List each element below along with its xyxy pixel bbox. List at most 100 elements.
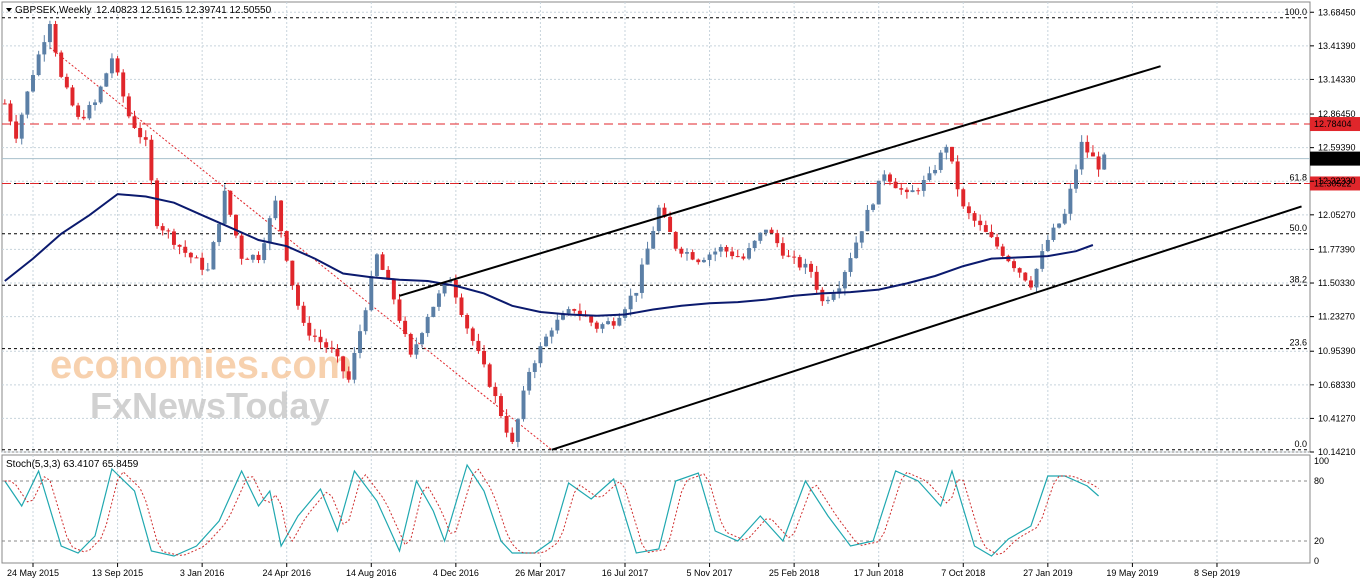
y-tick-label: 11.23270 xyxy=(1318,312,1355,322)
candle-body xyxy=(59,52,64,77)
candle-body xyxy=(521,390,526,420)
candle-body xyxy=(1096,156,1101,170)
candle-body xyxy=(1102,154,1107,170)
candle-body xyxy=(200,257,205,270)
x-tick-label: 3 Jan 2016 xyxy=(180,568,225,578)
y-tick-label: 10.68330 xyxy=(1318,380,1356,390)
candle-body xyxy=(36,54,41,76)
candle-body xyxy=(673,231,678,249)
candle-body xyxy=(577,310,582,315)
y-tick-label: 13.68450 xyxy=(1318,7,1356,17)
candle-body xyxy=(769,229,774,234)
candle-body xyxy=(1045,239,1050,252)
y-tick-label: 10.41270 xyxy=(1318,413,1356,423)
candle-body xyxy=(436,293,441,307)
candle-body xyxy=(859,231,864,243)
candle-body xyxy=(194,257,199,259)
candle-body xyxy=(397,299,402,321)
x-tick-label: 24 Apr 2016 xyxy=(262,568,311,578)
candle-body xyxy=(730,251,735,257)
candle-body xyxy=(482,350,487,365)
y-tick-label: 12.05270 xyxy=(1318,210,1356,220)
candle-body xyxy=(487,364,492,387)
candle-body xyxy=(645,248,650,265)
candle-body xyxy=(611,321,616,326)
candle-body xyxy=(273,200,278,219)
candle-body xyxy=(532,363,537,372)
candle-body xyxy=(1090,152,1095,157)
candle-body xyxy=(927,173,932,181)
fib-level-label: 0.0 xyxy=(1294,439,1307,449)
candle-body xyxy=(944,146,949,153)
x-tick-label: 8 Sep 2019 xyxy=(1194,568,1240,578)
candle-body xyxy=(910,190,915,193)
candle-body xyxy=(98,86,103,103)
candle-body xyxy=(391,279,396,300)
candle-body xyxy=(966,206,971,214)
stoch-level-label: 100 xyxy=(1314,456,1329,466)
candle-body xyxy=(995,237,1000,247)
candle-body xyxy=(138,127,143,138)
candle-body xyxy=(498,396,503,417)
x-tick-label: 13 Sep 2015 xyxy=(92,568,143,578)
candle-body xyxy=(747,248,751,259)
candle-body xyxy=(685,252,689,254)
candle-body xyxy=(132,116,137,128)
candle-body xyxy=(555,319,560,331)
candle-body xyxy=(2,103,7,105)
candle-body xyxy=(76,105,81,117)
candle-body xyxy=(329,347,334,349)
candle-body xyxy=(950,146,954,162)
candle-body xyxy=(1012,261,1016,269)
candle-body xyxy=(933,169,938,174)
candle-body xyxy=(763,229,768,233)
candle-body xyxy=(301,305,306,323)
current-price-label: 12.50550 xyxy=(1314,154,1352,164)
x-tick-label: 19 May 2019 xyxy=(1106,568,1158,578)
candle-body xyxy=(1034,268,1039,288)
candle-body xyxy=(476,340,481,351)
candle-body xyxy=(324,342,329,348)
y-tick-label: 10.95390 xyxy=(1318,346,1356,356)
candle-body xyxy=(234,214,238,236)
candle-body xyxy=(1051,227,1056,240)
candle-body xyxy=(245,258,250,260)
x-tick-label: 24 May 2015 xyxy=(7,568,59,578)
candle-body xyxy=(81,116,86,119)
candle-body xyxy=(814,271,819,290)
candle-body xyxy=(93,102,97,105)
fib-level-label: 50.0 xyxy=(1289,223,1307,233)
candle-body xyxy=(904,189,909,193)
candle-body xyxy=(104,73,109,87)
candle-body xyxy=(527,371,532,391)
candle-body xyxy=(955,161,960,190)
candle-body xyxy=(414,344,419,355)
candle-body xyxy=(544,336,549,347)
candle-body xyxy=(594,322,599,329)
candle-body xyxy=(713,251,718,255)
x-tick-label: 14 Aug 2016 xyxy=(346,568,397,578)
fib-level-label: 38.2 xyxy=(1289,274,1307,284)
candle-body xyxy=(1023,272,1028,281)
price-level-label: 12.78404 xyxy=(1314,119,1352,129)
ohlc-label: 12.40823 12.51615 12.39741 12.50550 xyxy=(96,5,272,16)
watermark: economies.com FxNewsToday xyxy=(50,343,352,426)
candle-body xyxy=(921,180,926,191)
candle-body xyxy=(335,348,340,357)
candle-body xyxy=(893,181,898,189)
candle-body xyxy=(978,220,983,226)
candle-body xyxy=(549,330,554,337)
x-tick-label: 4 Dec 2016 xyxy=(433,568,479,578)
candle-body xyxy=(290,260,295,286)
x-tick-label: 7 Oct 2018 xyxy=(941,568,985,578)
candle-body xyxy=(600,324,605,329)
candle-body xyxy=(262,243,267,261)
candle-body xyxy=(724,246,729,252)
candle-body xyxy=(256,254,261,261)
candle-body xyxy=(679,248,684,254)
candle-body xyxy=(228,190,233,215)
candle-body xyxy=(14,121,19,139)
candle-body xyxy=(155,180,160,227)
candle-body xyxy=(871,204,876,210)
candle-body xyxy=(780,243,785,256)
